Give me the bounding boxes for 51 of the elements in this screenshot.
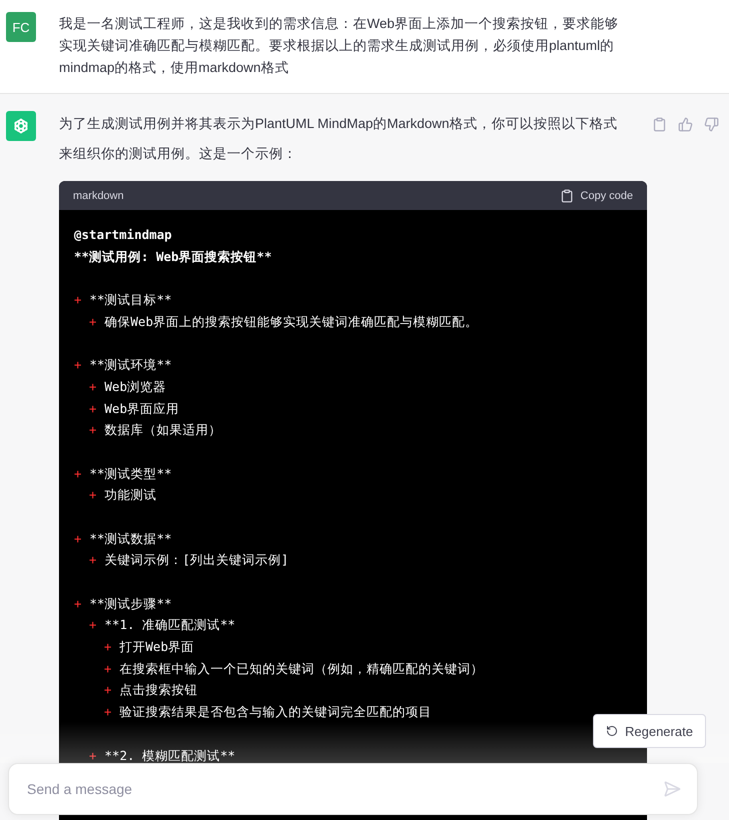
bullet-marker: + [89, 421, 97, 440]
code-text: **测试用例: Web界面搜索按钮** [74, 248, 272, 266]
code-text: **测试目标** [90, 291, 172, 310]
user-avatar: FC [6, 12, 36, 42]
bullet-marker: + [89, 486, 97, 504]
bullet-marker: + [74, 464, 82, 483]
code-text: 功能测试 [104, 486, 157, 504]
code-text: **1. 准确匹配测试** [104, 616, 236, 634]
code-text: 在搜索框中输入一个已知的关键词（例如，精确匹配的关键词） [120, 660, 484, 678]
code-text: **测试环境** [90, 356, 172, 374]
code-text: 确保Web界面上的搜索按钮能够实现关键词准确匹配与模糊匹配。 [104, 312, 478, 331]
user-message: 我是一名测试工程师，这是我收到的需求信息：在Web界面上添加一个搜索按钮，要求能够实现关键词准确匹配与模糊匹配。要求根据以上的需求生成测试用例，必须使用plantuml的mindmap的格式，使用markdown格式 [59, 15, 620, 77]
bullet-marker: + [89, 746, 97, 764]
thumbs-down-icon[interactable] [704, 117, 719, 132]
code-text: Web界面应用 [104, 400, 180, 418]
send-icon[interactable] [663, 780, 681, 798]
code-text: **测试类型** [90, 464, 172, 483]
bullet-marker: + [74, 530, 82, 548]
clipboard-icon [560, 188, 574, 202]
bullet-marker: + [89, 551, 97, 570]
bullet-marker: + [74, 291, 82, 310]
bullet-marker: + [89, 378, 97, 396]
thumbs-up-icon[interactable] [678, 117, 693, 132]
code-text: 验证搜索结果是否包含与输入的关键词完全匹配的项目 [120, 703, 432, 722]
code-text: Web浏览器 [104, 378, 166, 396]
code-text: 关键词示例：[列出关键词示例] [104, 551, 289, 570]
bullet-marker: + [89, 616, 97, 634]
bullet-marker: + [104, 681, 112, 700]
bullet-marker: + [104, 660, 112, 678]
code-text: @startmindmap [74, 226, 172, 244]
code-text: **测试数据** [90, 530, 172, 548]
clipboard-icon[interactable] [652, 117, 667, 132]
code-text: 数据库（如果适用） [104, 421, 222, 440]
refresh-icon [606, 725, 618, 737]
code-text: **2. 模糊匹配测试** [104, 746, 236, 764]
bullet-marker: + [104, 638, 112, 656]
code-text: **测试步骤** [90, 594, 172, 613]
assistant-avatar [6, 111, 36, 141]
code-text: 打开Web界面 [120, 638, 194, 656]
assistant-message: 为了生成测试用例并将其表示为PlantUML MindMap的Markdown格式，你可以按照以下格式来组织你的测试用例。这是一个示例： [59, 115, 618, 163]
message-field[interactable]: Send a message [25, 780, 663, 798]
bullet-marker: + [104, 703, 112, 722]
bullet-marker: + [74, 594, 82, 613]
bullet-marker: + [89, 400, 97, 418]
code-language: markdown [73, 190, 124, 202]
copy-code-button[interactable]: Copy code [560, 188, 633, 202]
message-input[interactable]: Send a message [8, 763, 698, 815]
regenerate-button[interactable]: Regenerate [593, 714, 706, 748]
bullet-marker: + [74, 356, 82, 374]
code-text: 点击搜索按钮 [120, 681, 198, 700]
bullet-marker: + [89, 312, 97, 331]
